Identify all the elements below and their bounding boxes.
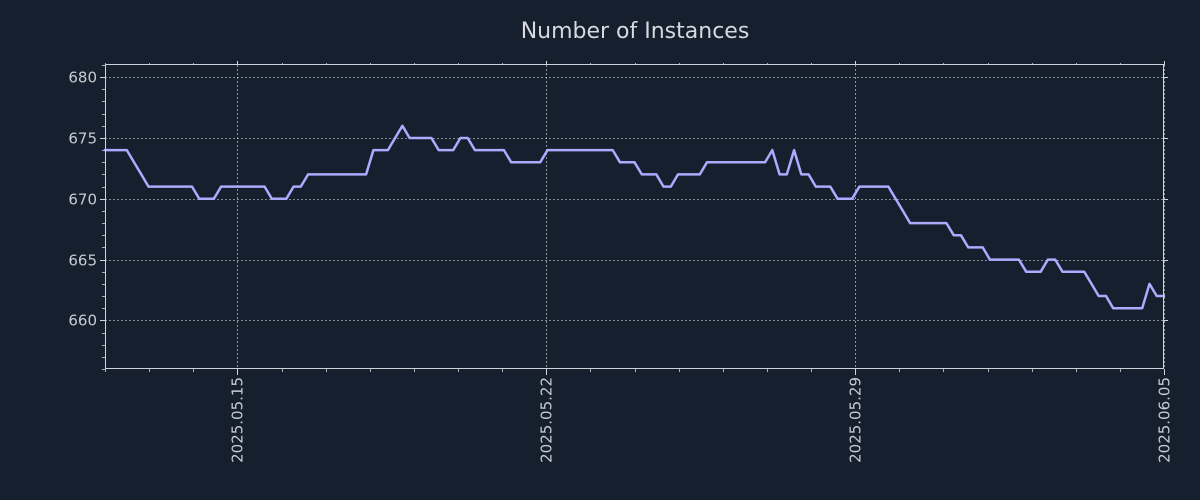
x-tick-label: 2025.05.22 xyxy=(538,377,556,463)
x-tick-label: 2025.05.15 xyxy=(229,377,247,463)
y-tick-label: 660 xyxy=(68,312,97,330)
chart-background xyxy=(0,0,1200,500)
y-tick-label: 670 xyxy=(68,191,97,209)
chart-title: Number of Instances xyxy=(521,19,750,44)
x-tick-label: 2025.05.29 xyxy=(847,377,865,463)
y-tick-label: 665 xyxy=(68,252,97,270)
line-chart: Number of Instances 660 665 670 675 680 2025.… xyxy=(0,0,1200,500)
y-tick-label: 675 xyxy=(68,130,97,148)
x-tick-label: 2025.06.05 xyxy=(1156,377,1174,463)
y-tick-label: 680 xyxy=(68,69,97,87)
